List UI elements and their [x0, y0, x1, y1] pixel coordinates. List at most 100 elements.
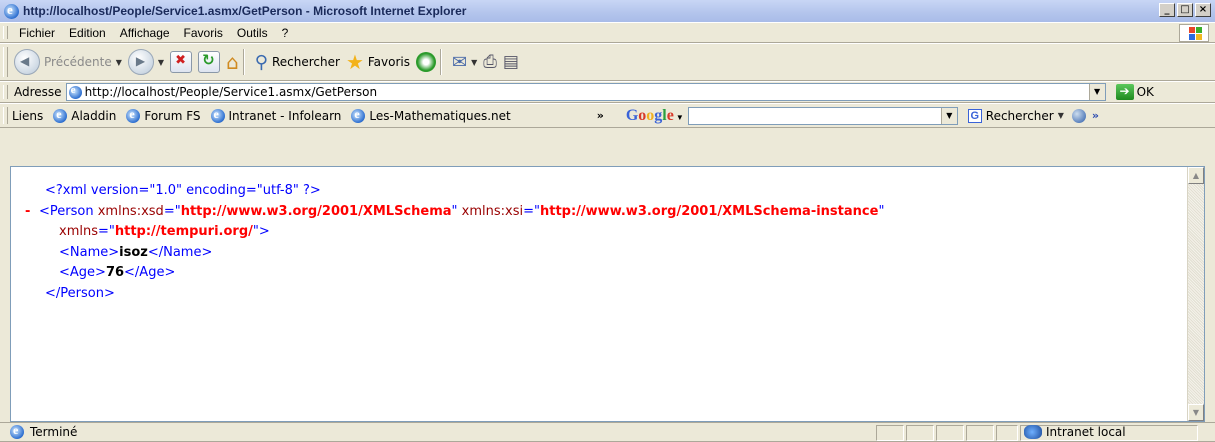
scroll-up-button[interactable]: ▲ — [1188, 167, 1204, 184]
refresh-button[interactable] — [198, 51, 221, 73]
refresh-icon — [198, 51, 221, 73]
status-text: Terminé — [30, 425, 78, 439]
address-input[interactable]: http://localhost/People/Service1.asmx/Ge… — [65, 83, 1106, 101]
forward-button[interactable]: ▼ — [127, 49, 164, 75]
window-title: http://localhost/People/Service1.asmx/Ge… — [23, 4, 467, 18]
menu-outils[interactable]: Outils — [230, 26, 275, 40]
xml-name-line: <Name>isoz</Name> — [25, 243, 1174, 264]
google-search-dropdown-button[interactable]: ▼ — [940, 107, 957, 124]
edit-icon: ▤ — [502, 52, 519, 72]
xml-tag-name-open: <Name> — [59, 244, 120, 260]
toolbar-grip[interactable] — [3, 26, 8, 39]
dropdown-arrow-icon[interactable]: ▼ — [471, 58, 477, 67]
address-label: Adresse — [14, 85, 62, 99]
google-logo-letter: e — [666, 106, 674, 124]
ie-logo-icon — [4, 2, 19, 19]
back-label: Précédente — [44, 55, 112, 69]
toolbar-separator — [440, 49, 442, 75]
close-button[interactable]: × — [1195, 3, 1211, 17]
google-search-button[interactable]: G Rechercher ▼ — [967, 108, 1064, 123]
google-search-input[interactable]: ▼ — [687, 106, 958, 125]
link-forum-fs[interactable]: Forum FS — [126, 107, 201, 123]
star-icon: ★ — [345, 50, 364, 74]
links-bar: Liens Aladdin Forum FS Intranet - Infole… — [0, 103, 1215, 128]
link-aladdin[interactable]: Aladdin — [53, 107, 117, 123]
address-dropdown-button[interactable]: ▼ — [1088, 84, 1105, 100]
google-search-label: Rechercher — [985, 108, 1054, 123]
link-intranet-infolearn[interactable]: Intranet - Infolearn — [210, 107, 341, 123]
xml-age-line: <Age>76</Age> — [25, 263, 1174, 284]
ie-page-icon — [126, 107, 141, 123]
dropdown-arrow-icon[interactable]: ▼ — [676, 113, 684, 122]
window-controls: _ □ × — [1159, 3, 1211, 17]
xml-declaration: <?xml version="1.0" encoding="utf-8" ?> — [45, 183, 321, 198]
search-icon: ⚲ — [254, 51, 268, 73]
standard-toolbar: Précédente ▼ ▼ ⌂ ⚲ Rechercher ★ Favoris … — [0, 43, 1215, 81]
dropdown-arrow-icon[interactable]: ▼ — [158, 58, 164, 67]
globe-icon[interactable] — [1071, 108, 1086, 123]
menu-bar: Fichier Edition Affichage Favoris Outils… — [0, 22, 1215, 43]
xml-attr-value: http://www.w3.org/2001/XMLSchema-instanc… — [539, 203, 879, 219]
go-button[interactable]: ➔ OK — [1115, 84, 1154, 100]
scroll-down-button[interactable]: ▼ — [1188, 404, 1204, 421]
mail-button[interactable]: ✉ ▼ — [452, 52, 477, 73]
home-button[interactable]: ⌂ — [226, 50, 239, 74]
search-label: Rechercher — [271, 55, 340, 69]
edit-button[interactable]: ▤ — [503, 52, 519, 72]
google-toolbar-logo[interactable]: Google ▼ — [626, 107, 684, 125]
vertical-scrollbar[interactable]: ▲ ▼ — [1187, 167, 1204, 421]
menu-edition[interactable]: Edition — [62, 26, 113, 40]
go-arrow-icon: ➔ — [1115, 84, 1134, 100]
menu-fichier[interactable]: Fichier — [12, 26, 62, 40]
xml-age-value: 76 — [105, 265, 125, 281]
toolbar-grip[interactable] — [3, 47, 8, 77]
maximize-button[interactable]: □ — [1177, 3, 1193, 17]
status-bar: Terminé Intranet local — [0, 422, 1215, 442]
menu-help[interactable]: ? — [275, 26, 296, 40]
address-bar: Adresse http://localhost/People/Service1… — [0, 81, 1215, 103]
link-label: Aladdin — [71, 108, 117, 123]
google-overflow-chevron[interactable]: » — [1092, 109, 1099, 122]
home-icon: ⌂ — [226, 50, 239, 74]
windows-logo-icon — [1179, 24, 1209, 42]
links-overflow-chevron[interactable]: » — [597, 109, 604, 122]
xml-person-open-continuation: xmlns="http://tempuri.org/"> — [59, 224, 270, 240]
back-arrow-icon — [14, 49, 40, 75]
google-g-icon: G — [967, 108, 982, 123]
status-pane — [936, 425, 964, 441]
favorites-button[interactable]: ★ Favoris — [346, 50, 410, 74]
search-button[interactable]: ⚲ Rechercher — [255, 52, 340, 73]
stop-button[interactable] — [170, 51, 193, 73]
menu-favoris[interactable]: Favoris — [177, 26, 230, 40]
go-label: OK — [1136, 85, 1154, 99]
link-les-mathematiques[interactable]: Les-Mathematiques.net — [351, 107, 511, 123]
security-zone[interactable]: Intranet local — [1024, 425, 1126, 439]
print-button[interactable]: ⎙ — [483, 52, 497, 72]
address-url[interactable]: http://localhost/People/Service1.asmx/Ge… — [85, 85, 378, 99]
page-done-icon — [10, 423, 24, 439]
ie-page-icon — [53, 107, 68, 123]
intranet-zone-icon — [1024, 425, 1042, 439]
toolbar-grip[interactable] — [3, 85, 8, 99]
ie-page-icon — [351, 107, 366, 123]
google-logo-letter: G — [625, 106, 639, 124]
dropdown-arrow-icon[interactable]: ▼ — [1058, 111, 1064, 120]
stop-icon — [170, 51, 193, 73]
xml-attr-name: xmlns — [59, 224, 98, 240]
status-pane — [906, 425, 934, 441]
zone-label: Intranet local — [1046, 425, 1126, 439]
collapse-toggle[interactable]: - — [25, 202, 39, 223]
toolbar-separator — [242, 49, 245, 75]
xml-person-close-line: </Person> — [25, 284, 1174, 305]
xml-tag-age-open: <Age> — [59, 265, 106, 281]
media-button[interactable] — [416, 52, 436, 72]
minimize-button[interactable]: _ — [1159, 3, 1175, 17]
favorites-label: Favoris — [367, 55, 410, 69]
forward-arrow-icon — [127, 49, 154, 75]
dropdown-arrow-icon[interactable]: ▼ — [116, 58, 122, 67]
back-button[interactable]: Précédente ▼ — [14, 49, 122, 75]
toolbar-grip[interactable] — [3, 107, 8, 124]
xml-attr-name: xmlns:xsd — [97, 203, 164, 219]
xml-document: <?xml version="1.0" encoding="utf-8" ?> … — [25, 181, 1174, 305]
menu-affichage[interactable]: Affichage — [113, 26, 177, 40]
